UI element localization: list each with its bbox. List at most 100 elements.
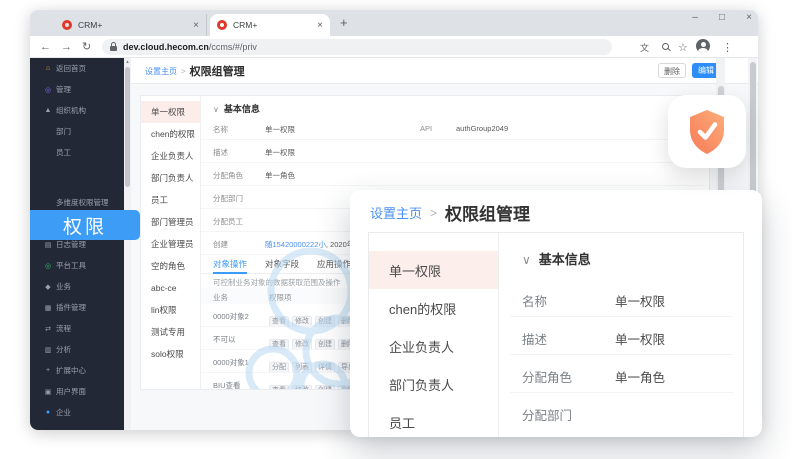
sidebar-item-label: 企业	[56, 407, 71, 418]
bookmark-star-icon[interactable]: ☆	[678, 41, 688, 54]
group-list-item[interactable]: 企业管理员	[141, 233, 200, 255]
field-label: 分配部门	[213, 193, 243, 204]
group-list-item[interactable]: solo权限	[141, 343, 200, 365]
breadcrumb-parent-link[interactable]: 设置主页	[145, 66, 177, 77]
breadcrumb-parent-link[interactable]: 设置主页	[370, 203, 422, 222]
flow-icon: ⇄	[42, 325, 54, 333]
tab-strip: CRM+ × CRM+ × + – □ ×	[30, 10, 758, 36]
sidebar-item[interactable]: 员工	[30, 142, 124, 163]
group-list-item[interactable]: abc-ce	[141, 277, 200, 299]
field-row: 分配角色 单一角色	[201, 163, 703, 186]
section-title: 基本信息	[224, 104, 260, 114]
sidebar-item-label: 部门	[56, 126, 71, 137]
detail-tab[interactable]: 应用操作	[317, 256, 351, 274]
sidebar-item-label: 组织机构	[56, 105, 86, 116]
permission-tag: 修改	[292, 316, 312, 327]
sidebar-scrollbar[interactable]: ▲	[124, 58, 131, 430]
group-list-item[interactable]: 单一权限	[141, 101, 200, 123]
sidebar-item[interactable]: ▲ 组织机构	[30, 100, 124, 121]
sidebar-item[interactable]: ⇄ 流程	[30, 318, 124, 339]
detail-tab[interactable]: 对象操作	[213, 256, 247, 274]
section-title: 基本信息	[539, 252, 591, 267]
browser-tab-2-active[interactable]: CRM+ ×	[210, 14, 330, 36]
window-close-button[interactable]: ×	[739, 12, 759, 23]
url-domain: dev.cloud.hecom.cn	[123, 42, 209, 52]
object-name: BIU查看	[213, 380, 241, 390]
log-icon: ▤	[42, 241, 54, 249]
breadcrumb-separator: >	[430, 206, 437, 220]
group-list-item[interactable]: 员工	[141, 189, 200, 211]
browser-menu-icon[interactable]: ⋮	[722, 41, 733, 54]
sidebar-item[interactable]: 部门	[30, 121, 124, 142]
group-list-item[interactable]: 空的角色	[141, 255, 200, 277]
sidebar-item[interactable]: ◎ 管理	[30, 79, 124, 100]
field-label: 名称	[522, 291, 547, 310]
group-list-item[interactable]: 部门负责人	[369, 365, 498, 403]
tab-close-icon[interactable]: ×	[193, 20, 199, 31]
browser-toolbar: ← → ↻ dev.cloud.hecom.cn/ccms/#/priv 文 ☆…	[30, 36, 758, 58]
analysis-icon: ▥	[42, 346, 54, 354]
sidebar-item[interactable]: ◎ 平台工具	[30, 255, 124, 276]
scrollbar-thumb[interactable]	[125, 67, 130, 187]
group-list-item[interactable]: chen的权限	[141, 123, 200, 145]
permission-tag: 详情	[315, 362, 335, 373]
group-list-item[interactable]: lin权限	[141, 299, 200, 321]
group-list-item[interactable]: 员工	[369, 403, 498, 437]
detail-tab[interactable]: 对象字段	[265, 256, 299, 274]
field-value: 单一角色	[615, 367, 665, 386]
sidebar-item[interactable]: ⌂ 返回首页	[30, 58, 124, 79]
business-icon: ◆	[42, 283, 54, 291]
sidebar-item-permission-highlight[interactable]: 权限	[30, 210, 140, 240]
sidebar-item[interactable]: + 扩展中心	[30, 360, 124, 381]
delete-button[interactable]: 删除	[658, 63, 686, 78]
sidebar-item[interactable]: ▦ 插件管理	[30, 297, 124, 318]
sidebar-item[interactable]: ▥ 分析	[30, 339, 124, 360]
basic-info-header[interactable]: ∨基本信息	[522, 249, 591, 268]
new-tab-button[interactable]: +	[340, 15, 348, 30]
group-list-item[interactable]: 单一权限	[369, 251, 498, 289]
translate-icon[interactable]: 文	[640, 41, 649, 54]
field-link[interactable]: 随15420000222小	[265, 240, 326, 249]
breadcrumb: 设置主页 > 权限组管理	[370, 200, 530, 225]
sidebar-item[interactable]: ◆ 业务	[30, 276, 124, 297]
group-list-item[interactable]: 测试专用	[141, 321, 200, 343]
manage-icon: ◎	[42, 86, 54, 94]
zoom-search-icon[interactable]	[662, 43, 669, 50]
padlock-icon[interactable]	[110, 46, 117, 51]
permission-tag: 查看	[269, 339, 289, 350]
forward-icon[interactable]: →	[61, 41, 72, 53]
reload-icon[interactable]: ↻	[82, 40, 91, 53]
object-name: 0000对象1	[213, 357, 249, 368]
ui-icon: ▣	[42, 388, 54, 396]
page-title: 权限组管理	[445, 200, 530, 225]
basic-info-header[interactable]: ∨基本信息	[213, 102, 260, 115]
window-maximize-button[interactable]: □	[712, 12, 732, 23]
group-list-item[interactable]: 企业负责人	[369, 327, 498, 365]
window-minimize-button[interactable]: –	[685, 12, 705, 23]
group-list-item[interactable]: 企业负责人	[141, 145, 200, 167]
group-list-item[interactable]: chen的权限	[369, 289, 498, 327]
address-bar[interactable]: dev.cloud.hecom.cn/ccms/#/priv	[102, 39, 612, 55]
object-name: 不可以	[213, 334, 236, 345]
permission-tag: 创建	[315, 339, 335, 350]
field-label: 分配角色	[213, 170, 243, 181]
profile-avatar[interactable]	[696, 39, 710, 53]
permission-tag: 查看	[269, 385, 289, 390]
field-value: 单一权限	[615, 329, 665, 348]
security-badge	[668, 95, 746, 168]
permission-group-list: 单一权限chen的权限企业负责人部门负责人员工部门管理员企业管理员空的角色abc…	[141, 96, 201, 389]
tab-close-icon[interactable]: ×	[317, 20, 323, 31]
group-list-item[interactable]: 部门管理员	[141, 211, 200, 233]
sidebar-item[interactable]: ● 企业	[30, 402, 124, 423]
scrollbar-thumb[interactable]	[750, 62, 756, 202]
sidebar-item-label: 业务	[56, 281, 71, 292]
back-icon[interactable]: ←	[40, 41, 51, 53]
browser-tab-1[interactable]: CRM+ ×	[55, 14, 207, 36]
permission-tag: 创建	[315, 385, 335, 390]
field-row: 分配角色 单一角色	[510, 355, 733, 393]
home-icon: ⌂	[42, 65, 54, 72]
page-header: 设置主页 > 权限组管理 删除 编辑	[131, 58, 758, 84]
sidebar-item-label: 分析	[56, 344, 71, 355]
group-list-item[interactable]: 部门负责人	[141, 167, 200, 189]
sidebar-item[interactable]: ▣ 用户界面	[30, 381, 124, 402]
